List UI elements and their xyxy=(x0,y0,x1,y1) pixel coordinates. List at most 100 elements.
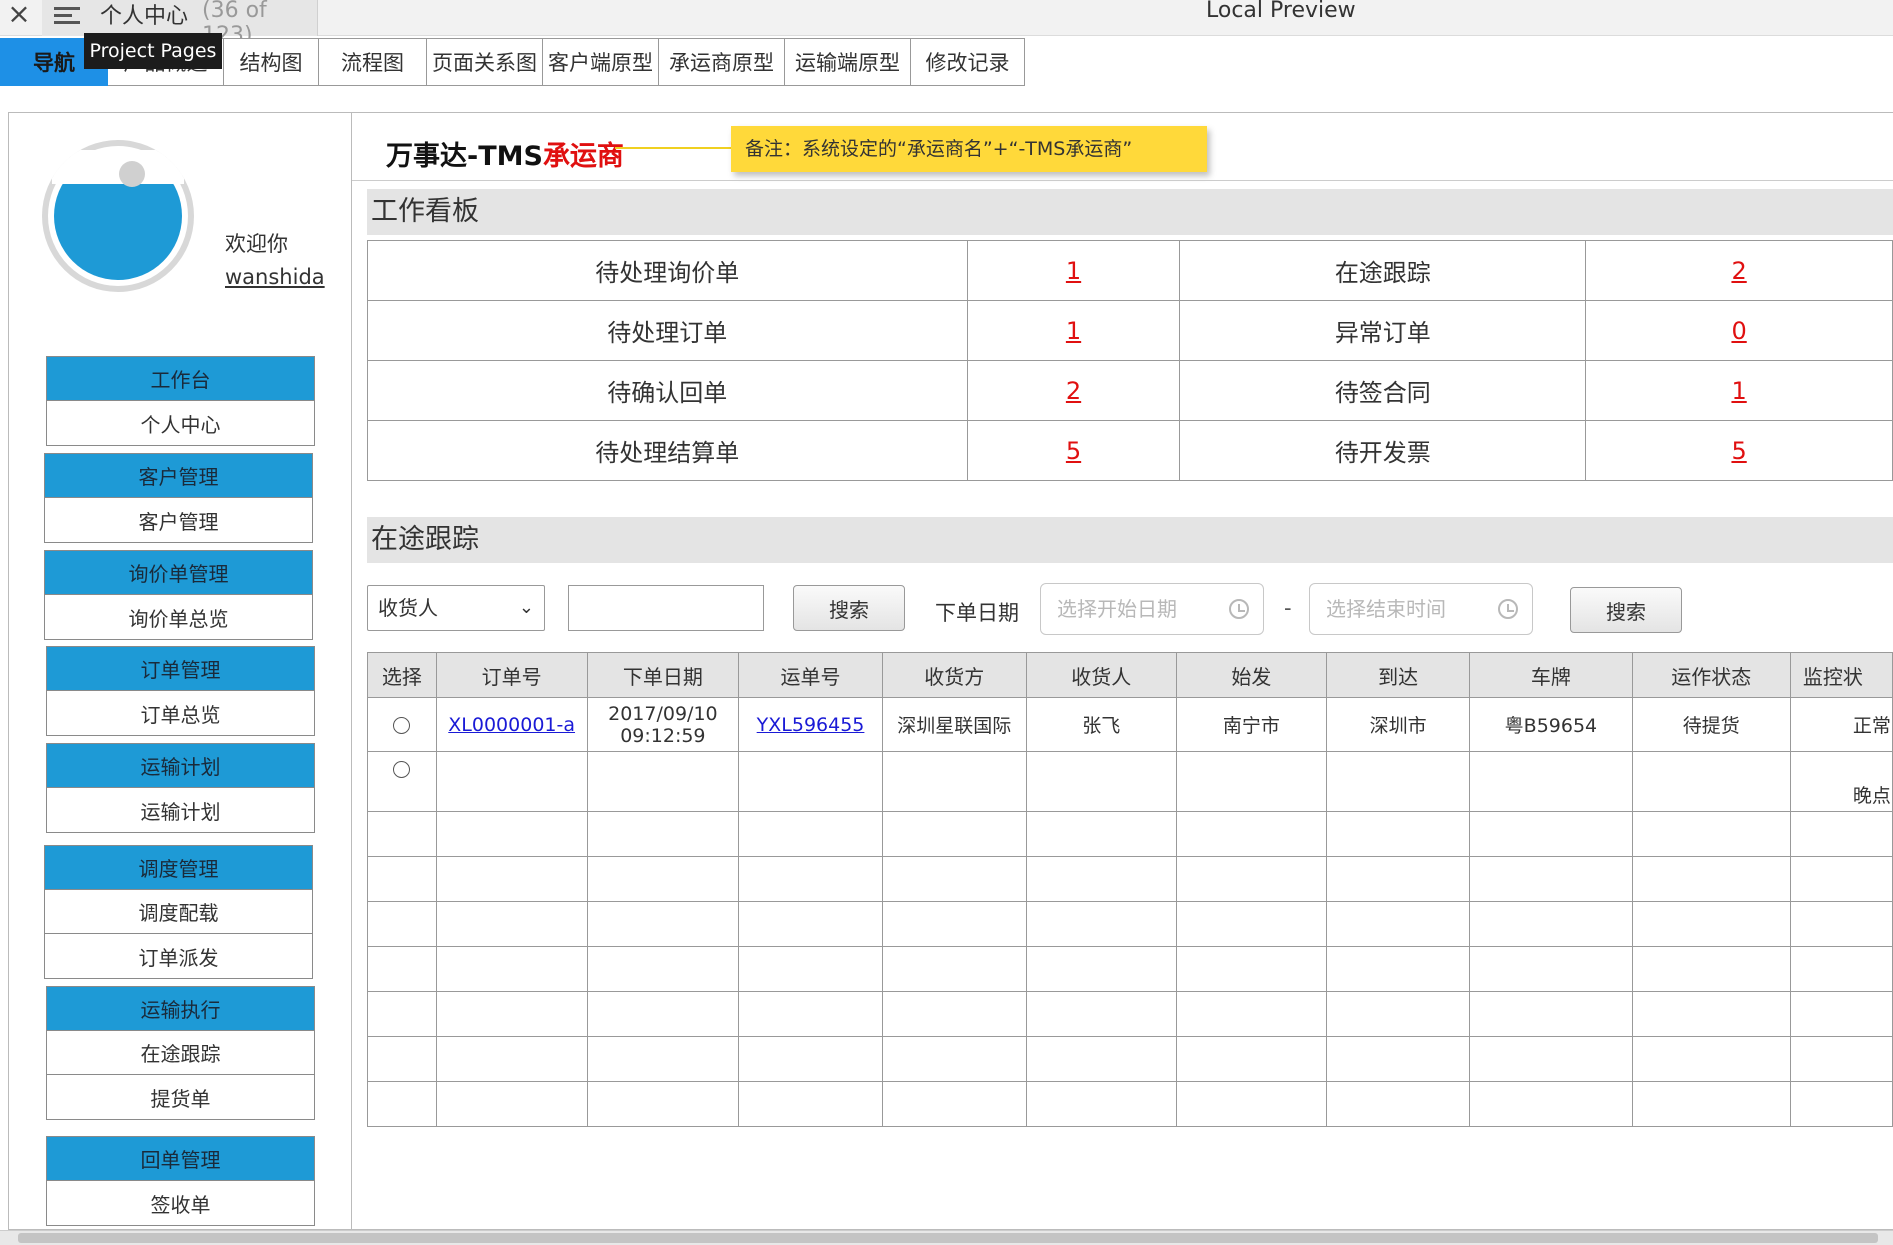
kanban-row: 待确认回单 2 待签合同 1 xyxy=(367,360,1893,421)
menu-group-receipt: 回单管理 签收单 xyxy=(46,1136,315,1226)
menu-head[interactable]: 询价单管理 xyxy=(45,551,312,595)
brand-title: 万事达-TMS承运商 xyxy=(386,134,624,173)
tab-transport-prototype[interactable]: 运输端原型 xyxy=(785,38,911,86)
tab-flowchart[interactable]: 流程图 xyxy=(319,38,427,86)
radio-icon[interactable] xyxy=(393,716,411,734)
menu-head[interactable]: 运输计划 xyxy=(47,744,314,788)
table-cell: 张飞 xyxy=(1025,697,1177,752)
kanban-count-link[interactable]: 1 xyxy=(1731,377,1746,405)
kanban-count-link[interactable]: 2 xyxy=(1731,257,1746,285)
menu-head[interactable]: 订单管理 xyxy=(47,647,314,691)
chevron-down-icon: ⌄ xyxy=(518,597,534,618)
end-date-placeholder: 选择结束时间 xyxy=(1326,597,1446,621)
kanban-label: 异常订单 xyxy=(1179,300,1587,361)
waybill-link[interactable]: YXL596455 xyxy=(757,714,865,736)
menu-head[interactable]: 回单管理 xyxy=(47,1137,314,1181)
tab-changelog[interactable]: 修改记录 xyxy=(911,38,1025,86)
horizontal-scrollbar[interactable] xyxy=(0,1230,1893,1245)
kanban-row: 待处理结算单 5 待开发票 5 xyxy=(367,420,1893,481)
avatar-image-icon xyxy=(42,140,194,292)
username-link[interactable]: wanshida xyxy=(225,265,325,289)
menu-item-transport-plan[interactable]: 运输计划 xyxy=(47,788,314,832)
table-header-row: 选择 订单号 下单日期 运单号 收货方 收货人 始发 到达 车牌 运作状态 监控… xyxy=(367,652,1893,698)
column-header: 订单号 xyxy=(435,652,588,698)
column-header: 车牌 xyxy=(1469,652,1633,698)
table-row xyxy=(367,1036,1893,1082)
menu-item-order-overview[interactable]: 订单总览 xyxy=(47,691,314,735)
clock-icon xyxy=(1229,599,1249,619)
menu-item-pickup-bill[interactable]: 提货单 xyxy=(47,1075,314,1119)
table-cell: 深圳星联国际 xyxy=(881,697,1027,752)
order-number-link[interactable]: XL0000001-a xyxy=(448,714,575,736)
section-title-tracking: 在途跟踪 xyxy=(367,517,1893,563)
kanban-label: 待确认回单 xyxy=(367,360,968,421)
clock-icon xyxy=(1498,599,1518,619)
menu-item-personal-center[interactable]: 个人中心 xyxy=(47,401,314,445)
welcome-text: 欢迎你 xyxy=(225,232,288,256)
hamburger-icon[interactable] xyxy=(54,3,80,27)
menu-item-customer[interactable]: 客户管理 xyxy=(45,498,312,542)
table-row: XL0000001-a 2017/09/10 09:12:59 YXL59645… xyxy=(367,697,1893,752)
column-header: 始发 xyxy=(1175,652,1327,698)
menu-head[interactable]: 工作台 xyxy=(47,357,314,401)
table-row xyxy=(367,1081,1893,1127)
table-cell: 南宁市 xyxy=(1175,697,1327,752)
start-date-input[interactable]: 选择开始日期 xyxy=(1040,583,1264,635)
menu-item-dispatch-load[interactable]: 调度配载 xyxy=(45,890,312,934)
menu-group-workbench: 工作台 个人中心 xyxy=(46,356,315,446)
search-button[interactable]: 搜索 xyxy=(793,585,905,631)
menu-item-inquiry-overview[interactable]: 询价单总览 xyxy=(45,595,312,639)
tab-client-prototype[interactable]: 客户端原型 xyxy=(543,38,659,86)
menu-group-execution: 运输执行 在途跟踪 提货单 xyxy=(46,986,315,1120)
table-row xyxy=(367,811,1893,857)
order-time: 09:12:59 xyxy=(620,724,706,747)
tab-carrier-prototype[interactable]: 承运商原型 xyxy=(659,38,785,86)
menu-head[interactable]: 调度管理 xyxy=(45,846,312,890)
kanban-table: 待处理询价单 1 在途跟踪 2 待处理订单 1 异常订单 0 待确认回单 2 待… xyxy=(367,240,1893,481)
kanban-label: 在途跟踪 xyxy=(1179,240,1587,301)
menu-item-signed-receipt[interactable]: 签收单 xyxy=(47,1181,314,1225)
menu-head[interactable]: 运输执行 xyxy=(47,987,314,1031)
date-search-button[interactable]: 搜索 xyxy=(1570,587,1682,633)
window-title: Local Preview xyxy=(1206,0,1356,23)
search-field-select[interactable]: 收货人 ⌄ xyxy=(367,585,545,631)
tab-page-relations[interactable]: 页面关系图 xyxy=(427,38,543,86)
close-icon[interactable]: × xyxy=(4,0,34,32)
top-bar: × 个人中心 (36 of 123) Local Preview xyxy=(0,0,1893,48)
menu-head[interactable]: 客户管理 xyxy=(45,454,312,498)
menu-item-order-dispatch[interactable]: 订单派发 xyxy=(45,934,312,978)
menu-item-in-transit[interactable]: 在途跟踪 xyxy=(47,1031,314,1075)
column-header: 运作状态 xyxy=(1631,652,1791,698)
tab-structure[interactable]: 结构图 xyxy=(224,38,319,86)
kanban-label: 待处理结算单 xyxy=(367,420,968,481)
annotation-note: 备注：系统设定的“承运商名”+“-TMS承运商” xyxy=(731,126,1207,172)
order-date: 2017/09/10 xyxy=(608,702,718,725)
table-row xyxy=(367,856,1893,902)
menu-group-dispatch: 调度管理 调度配载 订单派发 xyxy=(44,845,313,979)
kanban-label: 待开发票 xyxy=(1179,420,1587,481)
search-input[interactable] xyxy=(568,585,764,631)
table-row xyxy=(367,991,1893,1037)
kanban-count-link[interactable]: 1 xyxy=(1066,317,1081,345)
kanban-count-link[interactable]: 5 xyxy=(1066,437,1081,465)
kanban-count-link[interactable]: 1 xyxy=(1066,257,1081,285)
scrollbar-thumb[interactable] xyxy=(18,1233,1878,1243)
table-cell: 晚点 xyxy=(1789,751,1893,812)
kanban-count-link[interactable]: 0 xyxy=(1731,317,1746,345)
end-date-input[interactable]: 选择结束时间 xyxy=(1309,583,1533,635)
kanban-row: 待处理询价单 1 在途跟踪 2 xyxy=(367,240,1893,301)
page-selector[interactable]: 个人中心 (36 of 123) xyxy=(42,0,318,48)
radio-icon[interactable] xyxy=(393,761,411,778)
brand-role: 承运商 xyxy=(542,141,624,172)
column-header: 到达 xyxy=(1325,652,1471,698)
table-cell: 正常 xyxy=(1789,697,1893,752)
column-header: 监控状 xyxy=(1789,652,1893,698)
menu-group-inquiry: 询价单管理 询价单总览 xyxy=(44,550,313,640)
header-divider xyxy=(352,180,1893,181)
kanban-count-link[interactable]: 5 xyxy=(1731,437,1746,465)
tooltip: Project Pages xyxy=(84,33,222,69)
column-header: 下单日期 xyxy=(586,652,740,698)
table-row: 晚点 xyxy=(367,751,1893,812)
menu-group-transport-plan: 运输计划 运输计划 xyxy=(46,743,315,833)
kanban-count-link[interactable]: 2 xyxy=(1066,377,1081,405)
